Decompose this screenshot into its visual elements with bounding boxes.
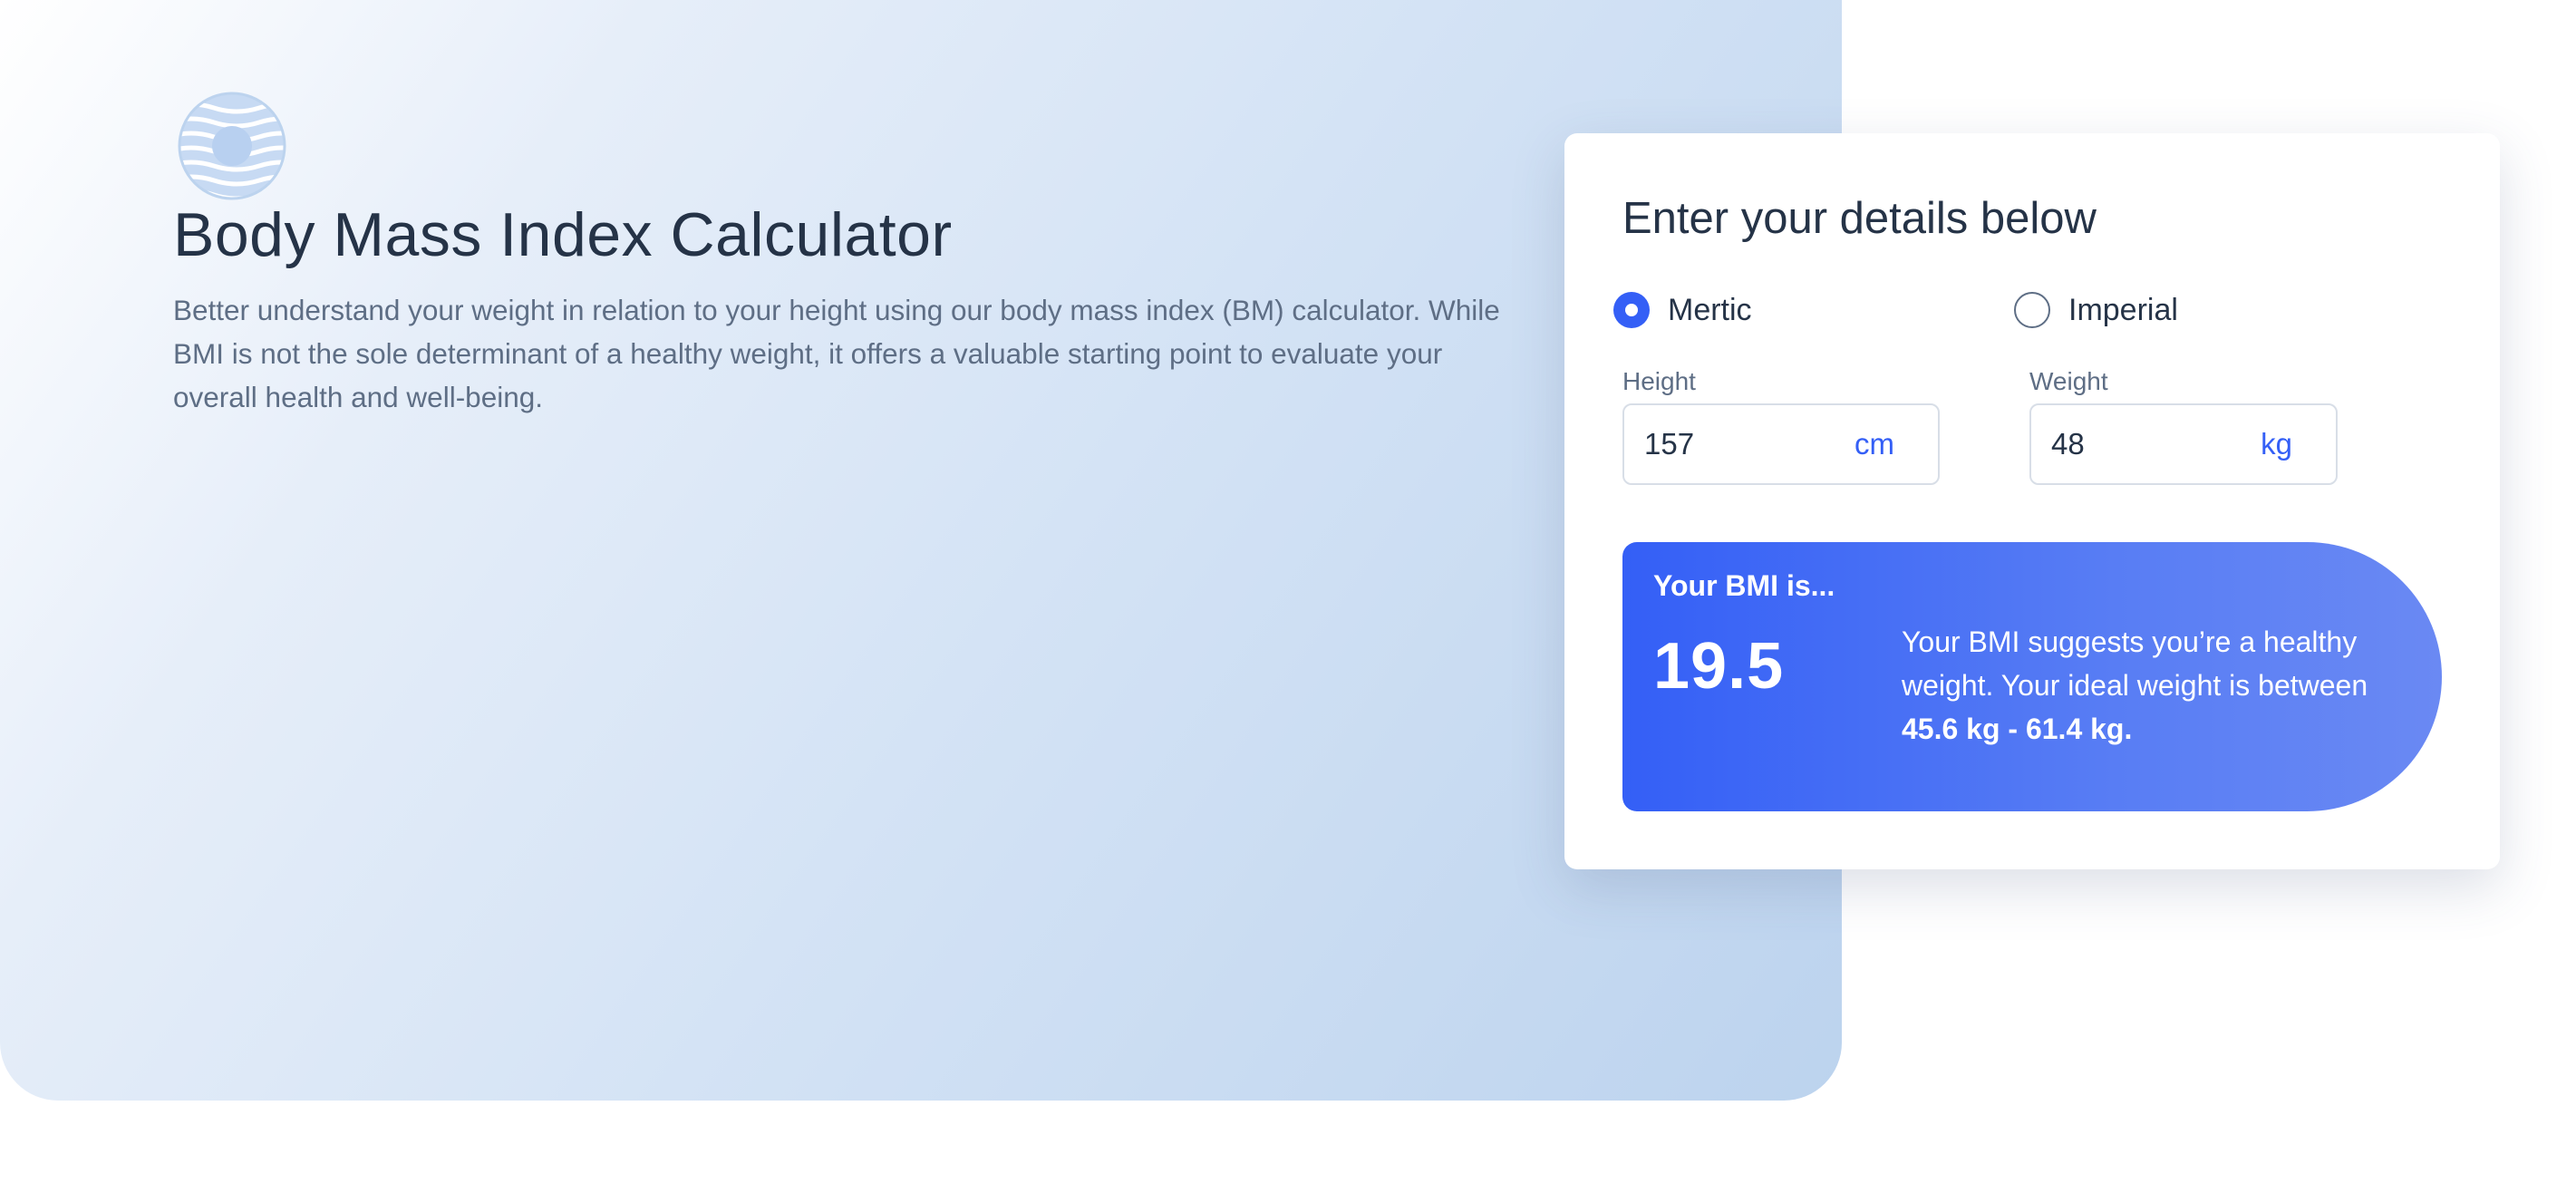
page-title: Body Mass Index Calculator	[173, 200, 953, 269]
page: Body Mass Index Calculator Better unders…	[0, 0, 2576, 1193]
bmi-result-caption: Your BMI is...	[1653, 569, 1835, 602]
height-input[interactable]	[1644, 427, 1789, 461]
weight-unit: kg	[2261, 427, 2292, 461]
bmi-message-text: Your BMI suggests you’re a healthy weigh…	[1902, 626, 2368, 702]
height-field[interactable]: cm	[1622, 403, 1940, 485]
imperial-radio-label: Imperial	[2068, 292, 2178, 327]
metric-radio-button[interactable]	[1613, 292, 1650, 328]
imperial-radio-button[interactable]	[2014, 292, 2050, 328]
height-label: Height	[1622, 367, 1696, 395]
metric-radio-option[interactable]: Mertic	[1613, 292, 1752, 328]
logo-icon	[178, 92, 286, 200]
weight-label: Weight	[2029, 367, 2108, 395]
form-heading: Enter your details below	[1622, 194, 2097, 243]
imperial-radio-option[interactable]: Imperial	[2014, 292, 2178, 328]
ideal-weight-range: 45.6 kg - 61.4 kg.	[1902, 713, 2133, 745]
bmi-result-panel: Your BMI is... 19.5 Your BMI suggests yo…	[1622, 542, 2442, 811]
weight-input[interactable]	[2051, 427, 2196, 461]
bmi-value: 19.5	[1653, 630, 1785, 703]
height-unit: cm	[1855, 427, 1894, 461]
intro-text: Better understand your weight in relatio…	[173, 294, 1500, 413]
weight-field[interactable]: kg	[2029, 403, 2338, 485]
bmi-form-card: Enter your details below Mertic Imperial…	[1564, 133, 2500, 869]
bmi-result-message: Your BMI suggests you’re a healthy weigh…	[1902, 620, 2418, 751]
metric-radio-label: Mertic	[1668, 292, 1752, 327]
